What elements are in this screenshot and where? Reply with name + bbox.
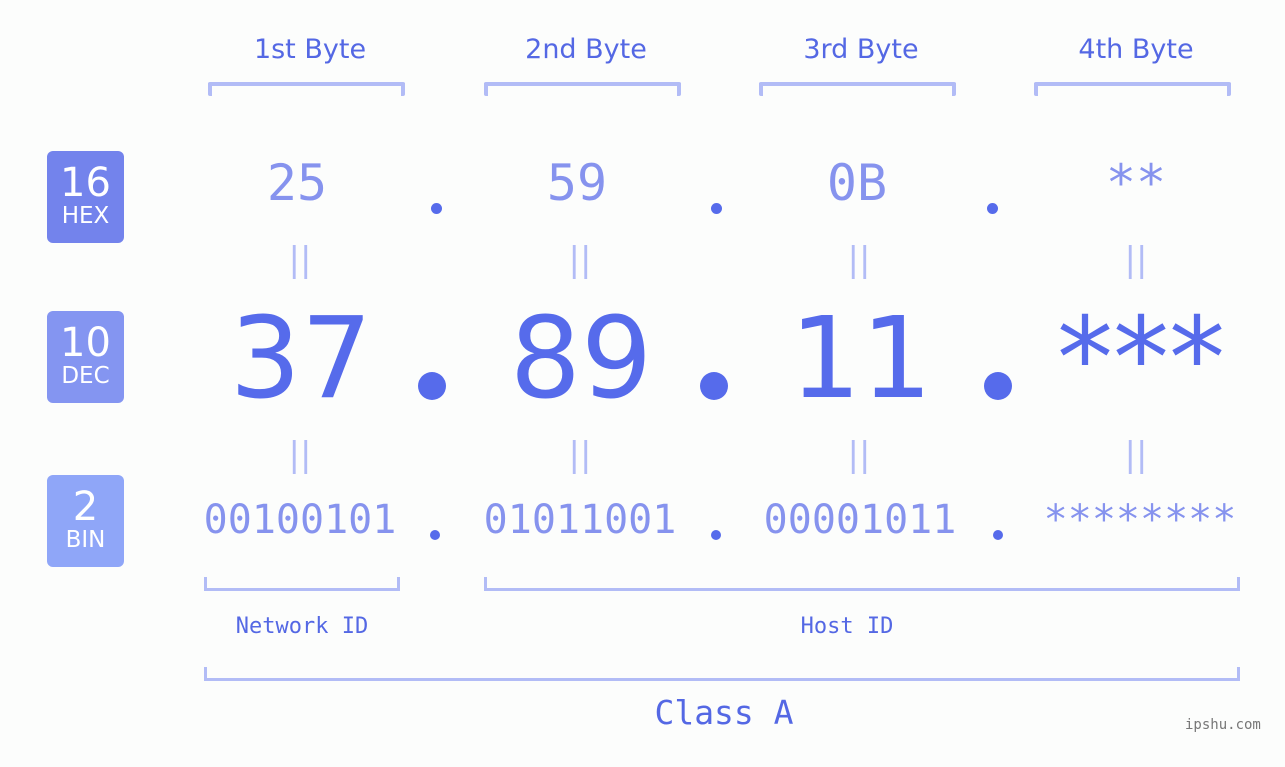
equals-sign: ||: [288, 240, 312, 280]
hex-value-2: 59: [546, 154, 608, 212]
hex-separator-dot: [987, 203, 998, 214]
host-id-label: Host ID: [800, 614, 894, 639]
byte-bracket-1: [208, 82, 405, 96]
dec-separator-dot: [700, 372, 728, 400]
equals-sign: ||: [568, 240, 592, 280]
dec-badge: 10 DEC: [47, 311, 124, 403]
hex-value-3: 0B: [826, 154, 888, 212]
bin-badge-label: BIN: [65, 527, 106, 553]
equals-sign: ||: [1124, 240, 1148, 280]
class-bracket: [204, 667, 1240, 681]
network-id-bracket: [204, 577, 400, 591]
hex-badge-number: 16: [60, 160, 111, 206]
bin-separator-dot: [711, 530, 721, 540]
byte-title-1: 1st Byte: [253, 34, 367, 65]
dec-badge-label: DEC: [61, 363, 110, 389]
hex-separator-dot: [711, 203, 722, 214]
dec-badge-number: 10: [60, 320, 111, 366]
dec-value-3: 11: [789, 294, 933, 424]
byte-bracket-4: [1034, 82, 1231, 96]
bin-value-2: 01011001: [483, 497, 677, 543]
dec-value-4: ***: [1057, 294, 1225, 424]
bin-value-4: ********: [1043, 497, 1237, 543]
bin-separator-dot: [430, 530, 440, 540]
bin-separator-dot: [993, 530, 1003, 540]
bin-badge-number: 2: [72, 484, 99, 530]
bin-badge: 2 BIN: [47, 475, 124, 567]
equals-sign: ||: [568, 435, 592, 475]
network-id-label: Network ID: [235, 614, 369, 639]
byte-bracket-2: [484, 82, 681, 96]
byte-bracket-3: [759, 82, 956, 96]
dec-separator-dot: [418, 372, 446, 400]
watermark: ipshu.com: [1185, 717, 1261, 733]
byte-title-2: 2nd Byte: [525, 34, 647, 65]
hex-separator-dot: [431, 203, 442, 214]
equals-sign: ||: [847, 435, 871, 475]
bin-value-1: 00100101: [203, 497, 397, 543]
hex-value-1: 25: [266, 154, 328, 212]
dec-separator-dot: [984, 372, 1012, 400]
bin-value-3: 00001011: [763, 497, 957, 543]
host-id-bracket: [484, 577, 1240, 591]
byte-title-3: 3rd Byte: [803, 34, 919, 65]
hex-badge-label: HEX: [61, 203, 110, 229]
equals-sign: ||: [847, 240, 871, 280]
byte-title-4: 4th Byte: [1078, 34, 1194, 65]
equals-sign: ||: [1124, 435, 1148, 475]
hex-value-4: **: [1105, 154, 1167, 212]
hex-badge: 16 HEX: [47, 151, 124, 243]
dec-value-2: 89: [509, 294, 653, 424]
equals-sign: ||: [288, 435, 312, 475]
dec-value-1: 37: [229, 294, 373, 424]
class-label: Class A: [654, 693, 794, 732]
